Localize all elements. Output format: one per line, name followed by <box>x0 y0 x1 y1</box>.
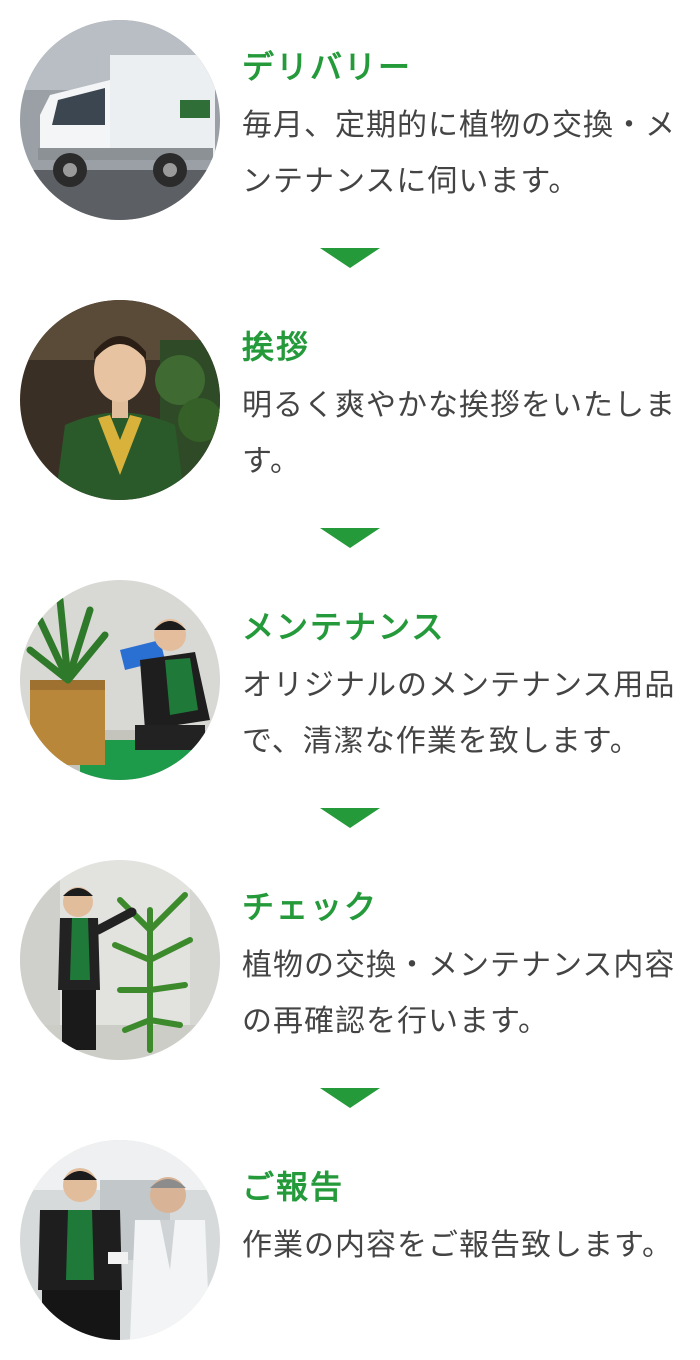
step-title: チェック <box>242 888 379 926</box>
delivery-truck-photo <box>20 20 220 220</box>
step-description: 作業の内容をご報告致します。 <box>242 1228 673 1263</box>
triangle-down-icon <box>320 248 380 268</box>
triangle-down-icon <box>320 808 380 828</box>
step-greeting: 挨拶 明るく爽やかな挨拶をいたします。 <box>0 300 700 510</box>
triangle-down-icon <box>320 1088 380 1108</box>
step-description: 明るく爽やかな挨拶をいたします。 <box>242 388 676 479</box>
step-maintenance: メンテナンス オリジナルのメンテナンス用品で、清潔な作業を致します。 <box>0 580 700 790</box>
plant-watering-photo <box>20 580 220 780</box>
step-title: メンテナンス <box>242 608 446 646</box>
step-title: ご報告 <box>242 1168 345 1206</box>
triangle-down-icon <box>320 528 380 548</box>
step-check: チェック 植物の交換・メンテナンス内容の再確認を行います。 <box>0 860 700 1070</box>
report-to-client-photo <box>20 1140 220 1340</box>
step-description: 植物の交換・メンテナンス内容の再確認を行います。 <box>242 948 676 1039</box>
step-title: 挨拶 <box>242 328 311 366</box>
step-description: 毎月、定期的に植物の交換・メンテナンスに伺います。 <box>242 108 676 199</box>
plant-check-photo <box>20 860 220 1060</box>
step-report: ご報告 作業の内容をご報告致します。 <box>0 1140 700 1350</box>
step-delivery: デリバリー 毎月、定期的に植物の交換・メンテナンスに伺います。 <box>0 20 700 230</box>
staff-greeting-photo <box>20 300 220 500</box>
step-description: オリジナルのメンテナンス用品で、清潔な作業を致します。 <box>242 668 676 759</box>
step-title: デリバリー <box>242 48 413 86</box>
